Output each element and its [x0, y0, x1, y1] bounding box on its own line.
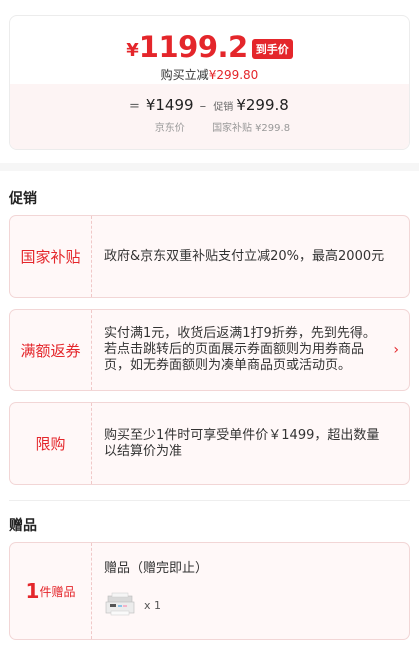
promo-col: 促销 ¥299.8 国家补贴 ¥299.8: [212, 96, 290, 134]
minus-sign: –: [199, 99, 207, 114]
gift-count-tag: 1 件赠品: [10, 543, 92, 639]
promo-item-limit[interactable]: 限购 购买至少1件时可享受单件价￥1499，超出数量以结算价为准: [9, 402, 410, 485]
final-price: 1199.2: [138, 30, 248, 64]
price-card: ¥ 1199.2 到手价 购买立减¥299.80 = ¥1499 京东价 – 促…: [9, 15, 410, 150]
gift-printer-image[interactable]: [104, 591, 136, 619]
promo-tag: 满额返券: [10, 310, 92, 390]
currency-symbol: ¥: [126, 39, 139, 61]
gift-card[interactable]: 1 件赠品 赠品（赠完即止） x 1: [9, 542, 410, 640]
equals-sign: =: [128, 99, 140, 114]
promo-value: ¥299.8: [236, 96, 289, 114]
jd-price-value: ¥1499: [145, 96, 194, 114]
jd-price-col: ¥1499 京东价: [146, 96, 194, 134]
subsidy-value: ¥299.8: [255, 123, 291, 134]
jd-price-label: 京东价: [154, 123, 185, 134]
discount-prefix: 购买立减: [160, 68, 209, 82]
discount-line: 购买立减¥299.80: [10, 66, 409, 83]
promo-text: 实付满1元，收货后返满1打9折券，先到先得。若点击跳转后的页面展示券面额则为用券…: [104, 326, 376, 373]
price-summary: ¥ 1199.2 到手价 购买立减¥299.80: [10, 16, 409, 84]
promo-item-subsidy[interactable]: 国家补贴 政府&京东双重补贴支付立减20%，最高2000元: [9, 215, 410, 298]
gift-quantity: x 1: [144, 598, 162, 612]
gifts-title: 赠品: [9, 518, 37, 534]
promo-tag: 限购: [10, 403, 92, 484]
promo-item-coupon[interactable]: 满额返券 实付满1元，收货后返满1打9折券，先到先得。若点击跳转后的页面展示券面…: [9, 309, 410, 391]
discount-amount: ¥299.80: [208, 68, 259, 82]
subsidy-label: 国家补贴: [212, 123, 253, 134]
price-formula: = ¥1499 京东价 – 促销 ¥299.8 国家补贴 ¥299.8: [10, 84, 409, 149]
gift-count: 1: [25, 579, 40, 603]
final-price-badge: 到手价: [251, 39, 293, 59]
chevron-right-icon[interactable]: ›: [393, 342, 399, 358]
gift-count-label: 件赠品: [39, 584, 76, 599]
promo-text: 政府&京东双重补贴支付立减20%，最高2000元: [104, 248, 385, 264]
divider: [9, 500, 410, 501]
section-divider: [0, 163, 419, 171]
promo-tag: 国家补贴: [10, 216, 92, 297]
gift-body: 赠品（赠完即止） x 1: [92, 543, 208, 639]
promo-prefix: 促销: [213, 102, 234, 113]
promotions-title: 促销: [9, 191, 37, 207]
gift-title: 赠品（赠完即止）: [104, 561, 209, 576]
promo-text: 购买至少1件时可享受单件价￥1499，超出数量以结算价为准: [104, 427, 380, 459]
